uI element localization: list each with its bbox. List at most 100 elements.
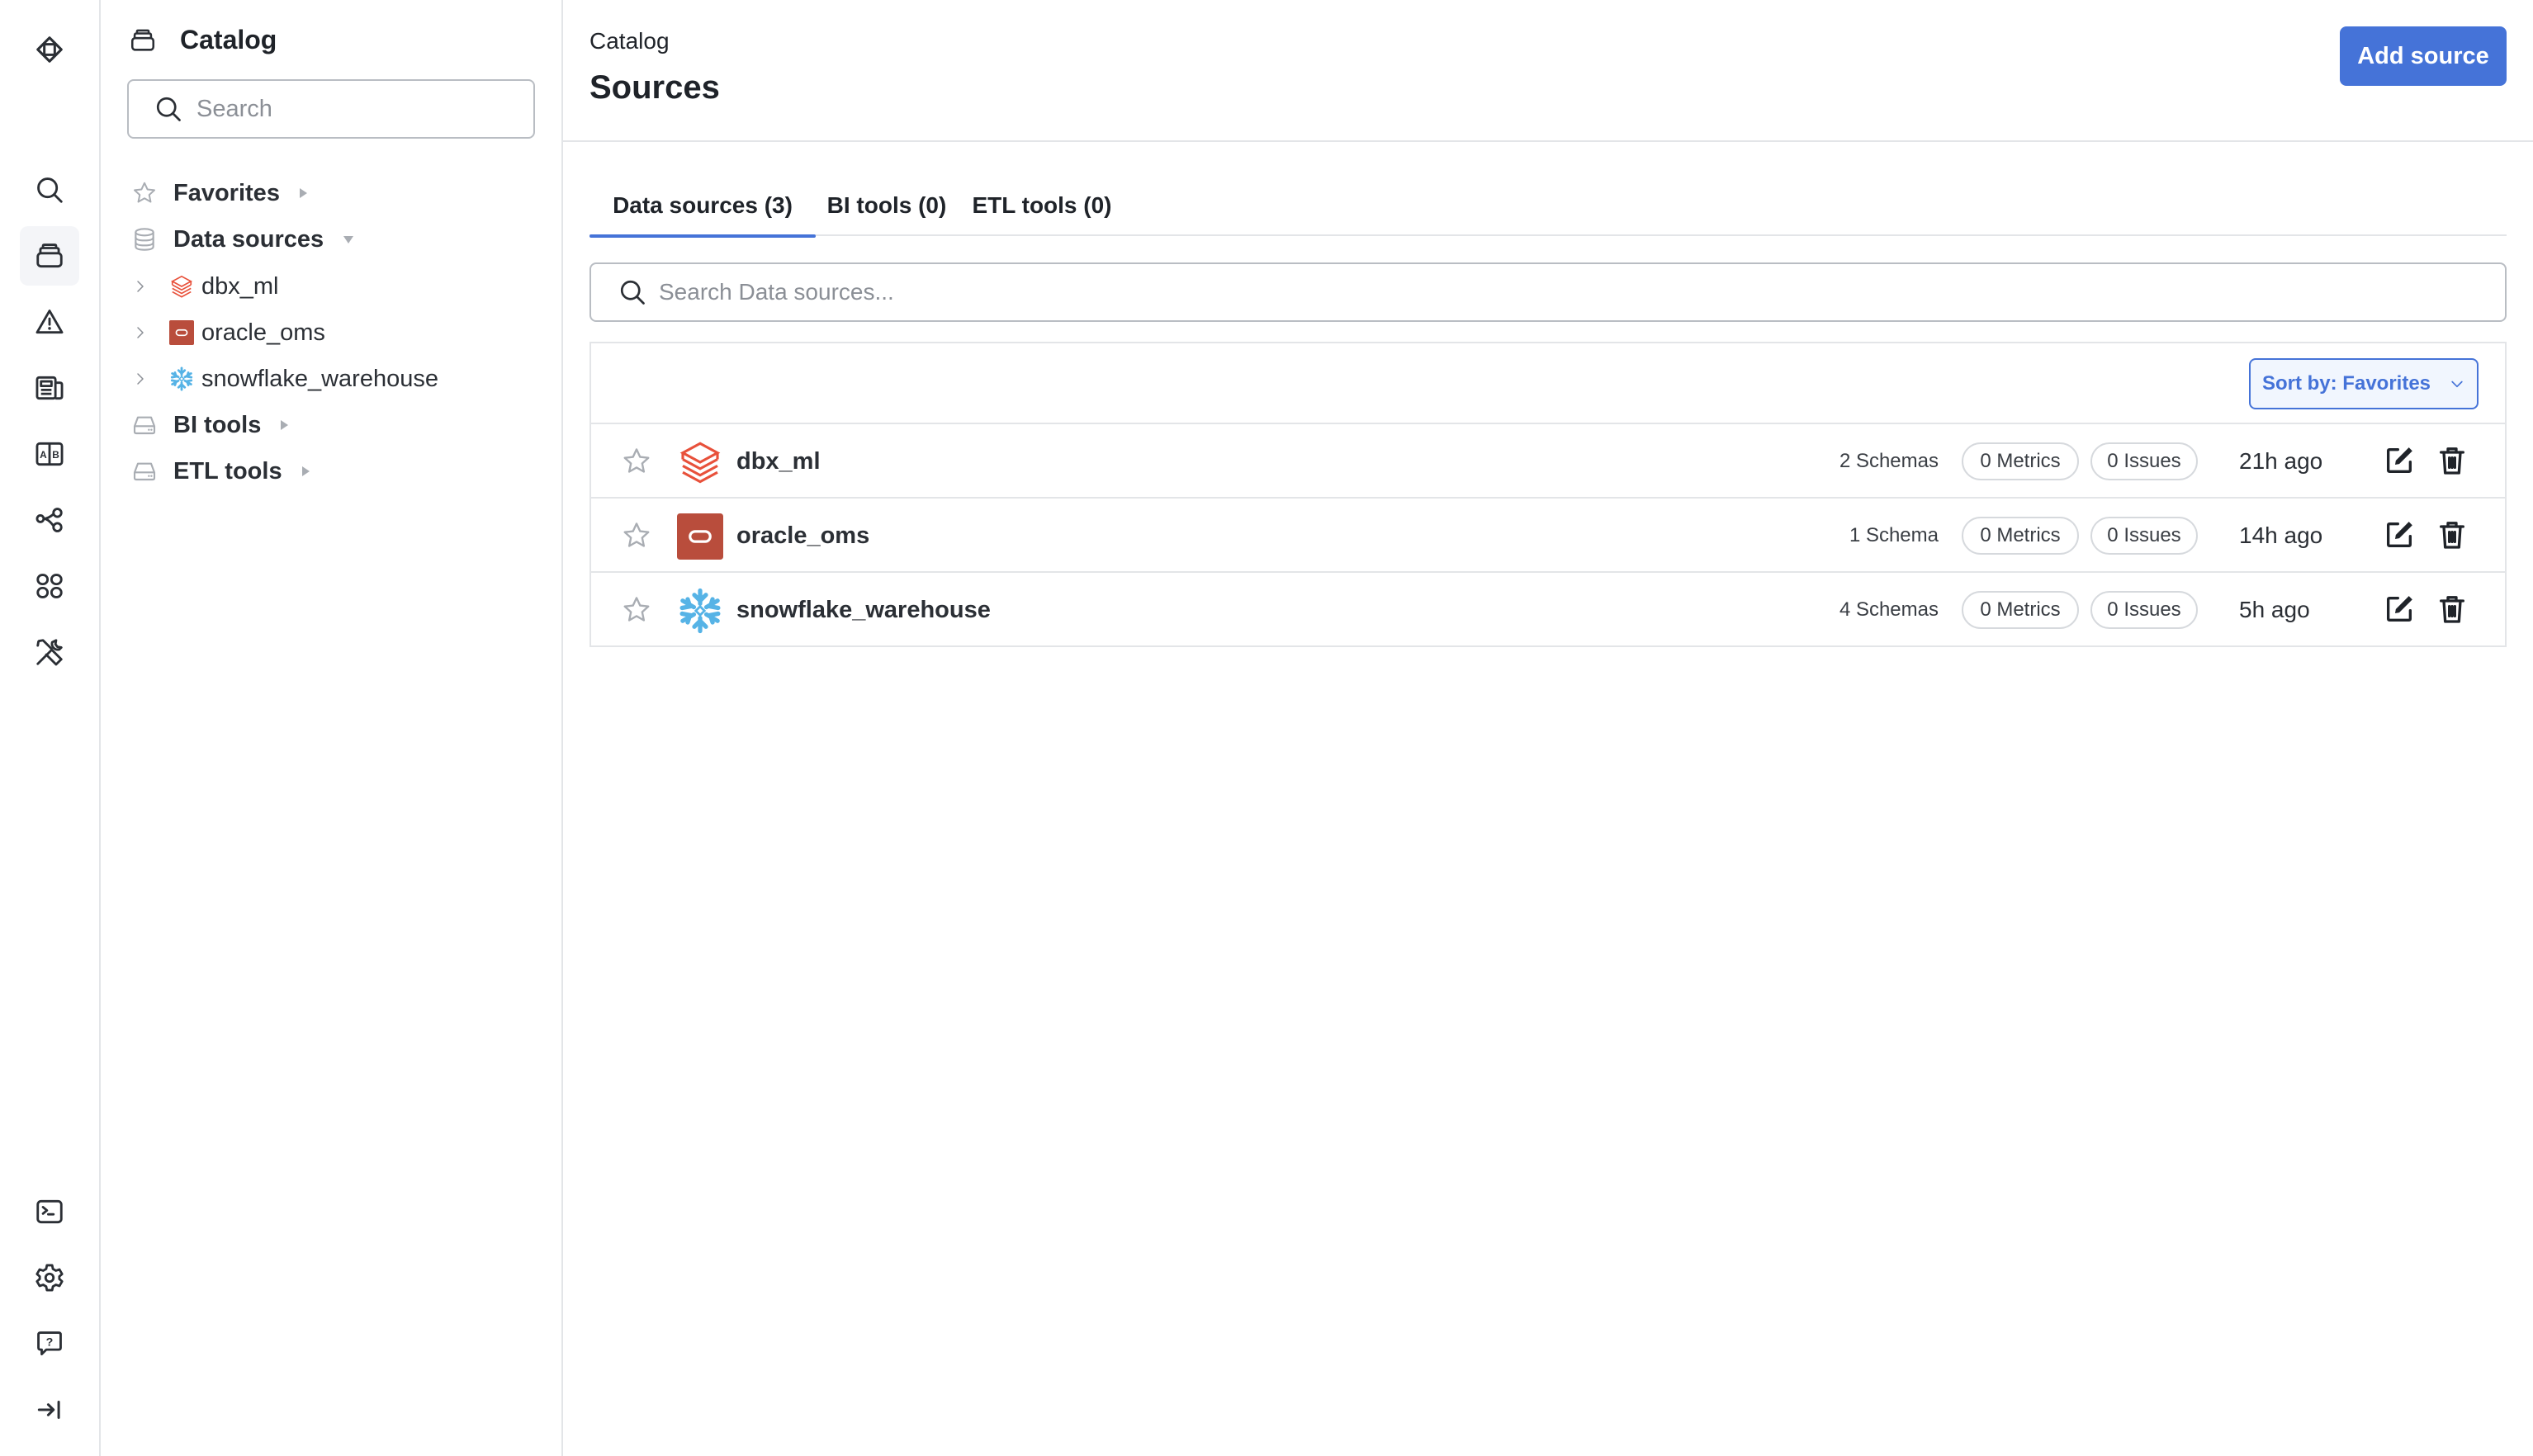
rail-alerts-button[interactable] xyxy=(20,292,79,352)
chevron-right-icon[interactable] xyxy=(130,369,150,389)
chevron-down-icon xyxy=(2449,376,2465,392)
sidebar-source-label: dbx_ml xyxy=(201,272,279,300)
source-name[interactable]: snowflake_warehouse xyxy=(736,573,991,647)
sidebar-source-label: oracle_oms xyxy=(201,319,325,346)
logo-icon xyxy=(36,36,63,63)
help-icon: ? xyxy=(37,1331,62,1356)
issues-badge[interactable]: 0 Issues xyxy=(2090,517,2198,555)
schema-count: 2 Schemas xyxy=(1839,450,1939,472)
edit-button[interactable] xyxy=(2383,593,2416,626)
sidebar-item-data-sources[interactable]: Data sources xyxy=(130,220,354,259)
sidebar-item-favorites[interactable]: Favorites xyxy=(130,173,307,213)
sidebar-search[interactable] xyxy=(127,79,535,139)
table-row[interactable]: snowflake_warehouse 4 Schemas 0 Metrics … xyxy=(591,573,2505,647)
drive-icon xyxy=(130,457,159,485)
rail-settings-button[interactable] xyxy=(20,1248,79,1307)
rail-lineage-button[interactable] xyxy=(20,490,79,550)
favorite-star-icon[interactable] xyxy=(621,520,652,551)
app-logo-button[interactable] xyxy=(20,20,79,79)
drive-icon xyxy=(130,411,159,439)
edit-button[interactable] xyxy=(2383,518,2416,551)
delete-button[interactable] xyxy=(2436,593,2469,626)
trash-icon xyxy=(2436,593,2469,626)
rail-experiments-button[interactable]: AB xyxy=(20,424,79,484)
rail-search-button[interactable] xyxy=(20,160,79,220)
add-source-button[interactable]: Add source xyxy=(2340,26,2507,86)
sidebar-item-etl-tools[interactable]: ETL tools xyxy=(130,451,310,491)
rail-terminal-button[interactable] xyxy=(20,1182,79,1241)
chevron-right-icon[interactable] xyxy=(130,323,150,343)
tools-icon xyxy=(36,639,63,666)
oracle-icon xyxy=(168,319,195,346)
favorite-star-icon[interactable] xyxy=(621,594,652,626)
delete-button[interactable] xyxy=(2436,518,2469,551)
oracle-icon xyxy=(677,513,723,560)
sidebar-source-dbx-ml[interactable]: dbx_ml xyxy=(130,267,279,306)
trash-icon xyxy=(2436,518,2469,551)
databricks-icon xyxy=(677,439,723,485)
sidebar-source-oracle-oms[interactable]: oracle_oms xyxy=(130,313,325,352)
sidebar-item-label: BI tools xyxy=(173,411,262,438)
sort-dropdown[interactable]: Sort by: Favorites xyxy=(2249,358,2479,409)
caret-right-icon[interactable] xyxy=(301,466,310,476)
data-sources-search[interactable] xyxy=(589,262,2507,322)
table-toolbar: Sort by: Favorites xyxy=(591,343,2505,424)
issues-badge[interactable]: 0 Issues xyxy=(2090,442,2198,480)
edit-icon xyxy=(2383,444,2416,477)
sidebar-item-bi-tools[interactable]: BI tools xyxy=(130,405,289,445)
sidebar-item-label: ETL tools xyxy=(173,457,282,485)
source-name[interactable]: dbx_ml xyxy=(736,424,821,499)
search-icon xyxy=(34,174,65,206)
breadcrumb[interactable]: Catalog xyxy=(589,28,670,54)
caret-right-icon[interactable] xyxy=(281,420,289,430)
tab-bi-tools[interactable]: BI tools (0) xyxy=(816,175,958,236)
rail-apps-button[interactable] xyxy=(20,556,79,616)
icon-rail: AB ? xyxy=(0,0,101,1456)
caret-right-icon[interactable] xyxy=(299,188,307,198)
star-icon xyxy=(130,179,159,207)
catalog-icon xyxy=(34,240,65,272)
sidebar-source-snowflake-warehouse[interactable]: snowflake_warehouse xyxy=(130,359,438,399)
search-icon xyxy=(154,94,183,124)
tab-etl-tools[interactable]: ETL tools (0) xyxy=(958,175,1126,236)
chevron-right-icon[interactable] xyxy=(130,277,150,296)
sidebar-source-label: snowflake_warehouse xyxy=(201,365,438,392)
trash-icon xyxy=(2436,444,2469,477)
metrics-badge[interactable]: 0 Metrics xyxy=(1962,591,2079,629)
sort-label: Sort by: Favorites xyxy=(2261,372,2431,395)
main-content: Catalog Sources Add source Data sources … xyxy=(563,0,2533,1456)
data-sources-search-input[interactable] xyxy=(659,279,2475,305)
tab-data-sources[interactable]: Data sources (3) xyxy=(589,175,816,238)
metrics-badge[interactable]: 0 Metrics xyxy=(1962,517,2079,555)
rail-help-button[interactable]: ? xyxy=(20,1314,79,1373)
lineage-icon xyxy=(36,508,63,532)
edit-button[interactable] xyxy=(2383,444,2416,477)
edit-icon xyxy=(2383,518,2416,551)
table-row[interactable]: oracle_oms 1 Schema 0 Metrics 0 Issues 1… xyxy=(591,499,2505,573)
databricks-icon xyxy=(168,273,195,300)
news-icon xyxy=(36,376,64,400)
table-row[interactable]: dbx_ml 2 Schemas 0 Metrics 0 Issues 21h … xyxy=(591,424,2505,499)
edit-icon xyxy=(2383,593,2416,626)
snowflake-icon xyxy=(168,366,195,392)
favorite-star-icon[interactable] xyxy=(621,446,652,477)
updated-time: 5h ago xyxy=(2239,597,2310,622)
updated-time: 14h ago xyxy=(2239,522,2323,548)
caret-down-icon[interactable] xyxy=(343,235,354,243)
delete-button[interactable] xyxy=(2436,444,2469,477)
catalog-icon xyxy=(129,26,157,54)
source-name[interactable]: oracle_oms xyxy=(736,499,869,573)
sources-table: Sort by: Favorites dbx_ml 2 Schemas 0 Me… xyxy=(589,342,2507,647)
issues-badge[interactable]: 0 Issues xyxy=(2090,591,2198,629)
rail-catalog-button[interactable] xyxy=(20,226,79,286)
svg-text:A: A xyxy=(40,449,47,461)
rail-tools-button[interactable] xyxy=(20,622,79,682)
search-icon xyxy=(618,277,647,307)
rail-reports-button[interactable] xyxy=(20,358,79,418)
svg-text:?: ? xyxy=(46,1335,54,1349)
updated-time: 21h ago xyxy=(2239,448,2323,474)
sidebar-header: Catalog xyxy=(129,25,277,55)
metrics-badge[interactable]: 0 Metrics xyxy=(1962,442,2079,480)
expand-sidebar-button[interactable] xyxy=(20,1380,79,1439)
sidebar-search-input[interactable] xyxy=(196,95,527,123)
